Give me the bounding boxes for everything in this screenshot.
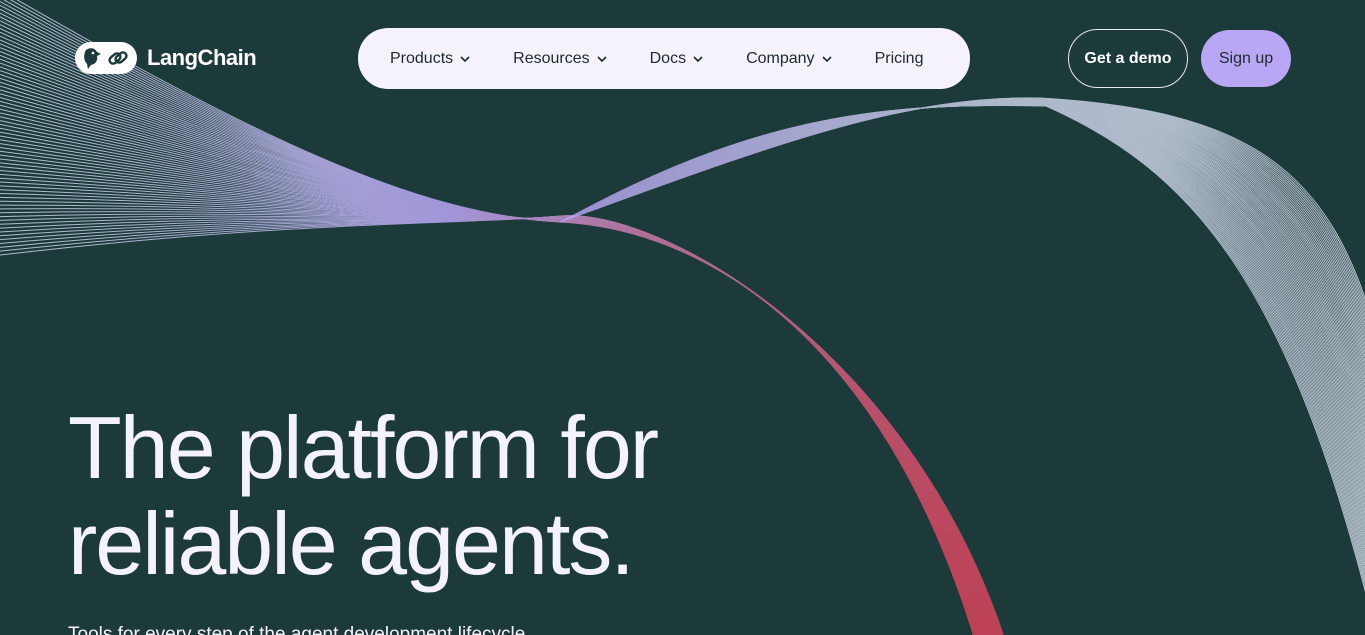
wave-line xyxy=(567,100,1365,409)
wave-line xyxy=(578,104,1365,571)
nav-products-label: Products xyxy=(390,49,454,67)
chevron-down-icon xyxy=(597,55,607,62)
nav-company-label: Company xyxy=(746,49,815,67)
nav-resources-label: Resources xyxy=(513,49,590,67)
nav-company[interactable]: Company xyxy=(746,50,832,68)
wave-line xyxy=(569,101,1365,439)
hero-title: The platform for reliable agents. xyxy=(68,398,659,593)
nav-docs[interactable]: Docs xyxy=(650,50,704,68)
wave-line xyxy=(560,97,1365,317)
landing-page: LangChain Products Resources Docs Compan… xyxy=(0,0,1365,635)
chain-link-icon xyxy=(108,51,128,65)
wave-line xyxy=(561,98,1365,325)
wave-line xyxy=(576,103,1365,550)
wave-line xyxy=(563,98,1365,355)
wave-line xyxy=(561,98,1365,329)
brand-name: LangChain xyxy=(147,45,257,70)
hero-title-line-1: The platform for xyxy=(68,398,659,497)
logo-badge xyxy=(75,42,137,74)
wave-line xyxy=(562,98,1365,342)
wave-line xyxy=(579,105,1365,593)
wave-line xyxy=(569,101,1365,447)
hero-subtitle: Tools for every step of the agent develo… xyxy=(68,624,526,635)
wave-line xyxy=(579,104,1365,584)
hero-title-line-2: reliable agents. xyxy=(68,494,635,593)
wave-line xyxy=(562,98,1365,338)
wave-line xyxy=(563,98,1365,350)
nav-pricing-label: Pricing xyxy=(874,49,924,67)
wave-line xyxy=(560,97,1365,309)
nav-pricing[interactable]: Pricing xyxy=(875,50,924,68)
wave-line xyxy=(561,97,1365,321)
nav-docs-label: Docs xyxy=(649,49,687,67)
chevron-down-icon xyxy=(693,55,703,62)
wave-line xyxy=(563,98,1365,346)
sign-up-button[interactable]: Sign up xyxy=(1201,30,1291,87)
main-nav: Products Resources Docs Company Pricing xyxy=(358,28,970,89)
parrot-icon xyxy=(84,48,101,69)
chevron-down-icon xyxy=(821,55,832,62)
wave-line xyxy=(560,97,1365,313)
langchain-logo[interactable]: LangChain xyxy=(75,42,257,74)
wave-line xyxy=(562,98,1365,334)
chevron-down-icon xyxy=(460,55,470,62)
get-demo-button[interactable]: Get a demo xyxy=(1068,29,1188,88)
nav-resources[interactable]: Resources xyxy=(513,50,607,68)
nav-products[interactable]: Products xyxy=(390,50,471,68)
